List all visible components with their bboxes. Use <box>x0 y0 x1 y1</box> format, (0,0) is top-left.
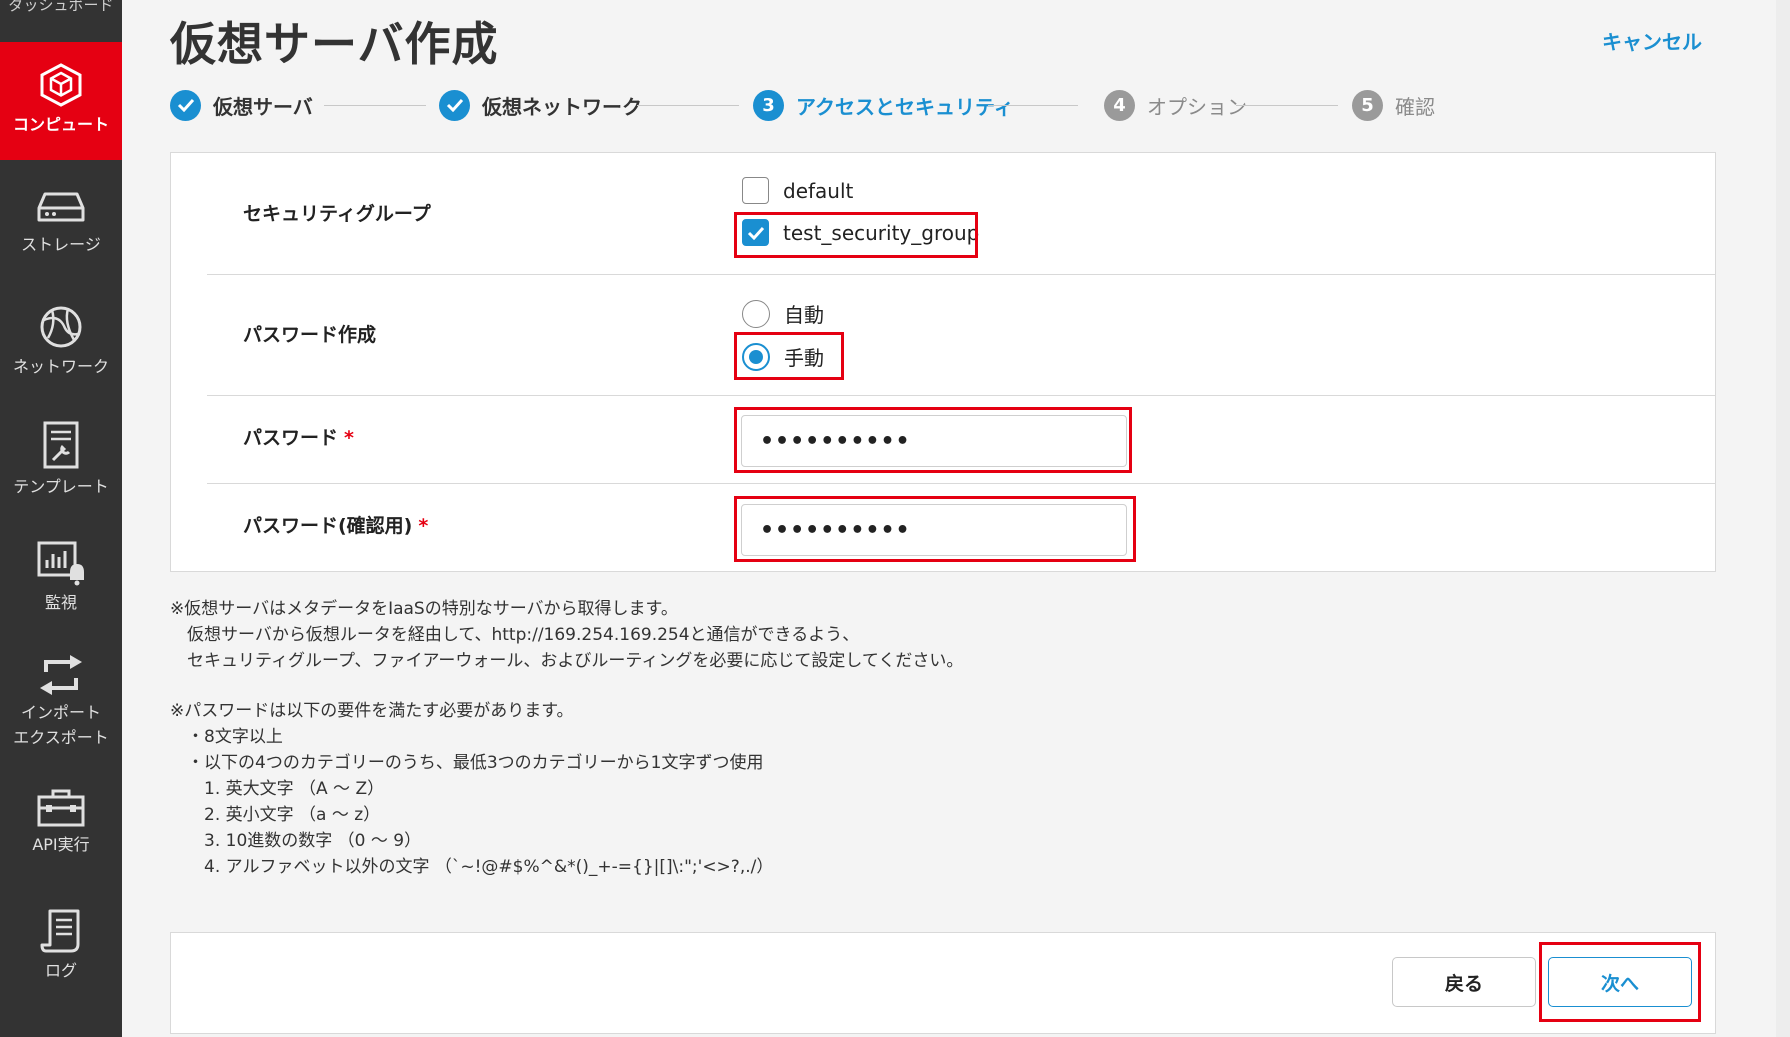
step-connector <box>324 105 426 106</box>
password-input[interactable] <box>741 415 1127 467</box>
required-mark: * <box>418 515 429 537</box>
step-number: 3 <box>753 89 784 121</box>
toolbox-icon <box>37 789 85 827</box>
password-confirm-input[interactable] <box>741 504 1127 556</box>
password-creation-label: パスワード作成 <box>243 324 377 346</box>
storage-icon <box>37 192 85 222</box>
note-line: 2. 英小文字 （a ～ z） <box>170 805 381 825</box>
sidebar-item-storage[interactable]: ストレージ <box>0 160 122 278</box>
note-line: ※パスワードは以下の要件を満たす必要があります。 <box>170 701 574 721</box>
import-export-icon <box>40 655 82 695</box>
password-label-text: パスワード <box>243 427 339 449</box>
step-label: 仮想サーバ <box>213 94 313 119</box>
sidebar-item-network[interactable]: ネットワーク <box>0 278 122 396</box>
check-icon <box>747 226 764 240</box>
step-2: 仮想ネットワーク <box>439 88 642 122</box>
step-5: 5 確認 <box>1352 88 1435 122</box>
next-button[interactable]: 次へ <box>1548 957 1692 1007</box>
sidebar-item-label: 監視 <box>44 593 77 612</box>
checkbox-box[interactable] <box>742 177 769 204</box>
note-line: 仮想サーバから仮想ルータを経由して、http://169.254.169.254… <box>170 625 860 645</box>
sidebar-item-label: テンプレート <box>13 477 109 496</box>
step-label: 仮想ネットワーク <box>482 94 642 119</box>
sidebar-item-label-line1: インポート <box>20 703 101 722</box>
checkbox-box-checked[interactable] <box>742 219 769 246</box>
sidebar-item-monitoring[interactable]: 監視 <box>0 514 122 632</box>
sidebar: ダッシュボード コンピュート ストレージ ネットワーク テンプレート 監視 イン… <box>0 0 122 1037</box>
sidebar-item-label: ネットワーク <box>12 357 109 376</box>
step-connector <box>637 105 739 106</box>
back-button[interactable]: 戻る <box>1392 957 1536 1007</box>
checkbox-default[interactable]: default <box>742 177 853 204</box>
monitoring-chart-icon <box>37 541 84 586</box>
password-confirm-label: パスワード(確認用) * <box>243 511 428 538</box>
radio-manual[interactable]: 手動 <box>742 342 824 371</box>
sidebar-item-label-line2: エクスポート <box>13 728 109 747</box>
radio-label: 手動 <box>784 346 824 370</box>
checkbox-label: test_security_group <box>783 220 980 245</box>
note-line: ・8文字以上 <box>170 727 283 747</box>
sidebar-item-label: コンピュート <box>12 115 109 134</box>
sidebar-item-label: ストレージ <box>21 235 101 254</box>
sidebar-item-log[interactable]: ログ <box>0 894 122 1012</box>
radio-button-selected[interactable] <box>742 342 770 371</box>
scrollbar[interactable] <box>1776 0 1790 1037</box>
note-line: 4. アルファベット以外の文字 （`~!@#$%^&*()_+-={}|[]\:… <box>170 857 774 877</box>
sidebar-item-dashboard-partial[interactable]: ダッシュボード <box>0 0 122 20</box>
sidebar-item-template[interactable]: テンプレート <box>0 396 122 514</box>
security-group-row: セキュリティグループ <box>207 153 1715 275</box>
step-3: 3 アクセスとセキュリティ <box>753 88 1014 122</box>
sidebar-item-import-export[interactable]: インポート エクスポート <box>0 632 122 762</box>
cube-icon <box>40 63 82 107</box>
cancel-link[interactable]: キャンセル <box>1602 26 1702 55</box>
required-mark: * <box>344 427 354 449</box>
sidebar-item-label: ダッシュボード <box>8 0 114 14</box>
step-label: オプション <box>1147 94 1247 119</box>
form-panel: セキュリティグループ default test_security_group パ… <box>170 152 1716 572</box>
radio-auto[interactable]: 自動 <box>742 299 824 328</box>
page-title: 仮想サーバ作成 <box>170 17 499 71</box>
password-confirm-label-text: パスワード(確認用) <box>243 515 413 537</box>
note-line: セキュリティグループ、ファイアーウォール、およびルーティングを必要に応じて設定し… <box>170 651 964 671</box>
step-1: 仮想サーバ <box>170 88 313 122</box>
checkbox-label: default <box>783 178 854 203</box>
note-line: ※仮想サーバはメタデータをIaaSの特別なサーバから取得します。 <box>170 599 678 619</box>
globe-icon <box>40 306 82 348</box>
radio-button[interactable] <box>742 299 770 328</box>
sidebar-item-label: インポート エクスポート <box>0 700 122 750</box>
note-line: 3. 10進数の数字 （0 ～ 9） <box>170 831 422 851</box>
sidebar-item-label: API実行 <box>32 835 90 854</box>
step-connector <box>1236 105 1338 106</box>
note-line: ・以下の4つのカテゴリーのうち、最低3つのカテゴリーから1文字ずつ使用 <box>170 753 764 773</box>
check-icon <box>170 89 201 121</box>
step-number: 4 <box>1104 89 1135 121</box>
check-icon <box>439 89 470 121</box>
security-group-label: セキュリティグループ <box>243 203 431 225</box>
step-4: 4 オプション <box>1104 88 1247 122</box>
log-scroll-icon <box>40 909 80 953</box>
note-line: 1. 英大文字 （A ～ Z） <box>170 779 385 799</box>
step-label: 確認 <box>1395 94 1435 119</box>
password-label: パスワード * <box>243 423 354 450</box>
step-label: アクセスとセキュリティ <box>796 94 1014 119</box>
radio-dot <box>749 349 763 364</box>
password-creation-row: パスワード作成 <box>207 274 1715 396</box>
template-document-icon <box>43 421 79 469</box>
checkbox-test-security-group[interactable]: test_security_group <box>742 219 979 246</box>
sidebar-item-api[interactable]: API実行 <box>0 776 122 894</box>
sidebar-item-label: ログ <box>44 961 77 980</box>
step-connector <box>988 105 1078 106</box>
step-number: 5 <box>1352 89 1383 121</box>
footer-bar: 戻る 次へ <box>170 932 1716 1034</box>
sidebar-item-compute[interactable]: コンピュート <box>0 42 122 160</box>
radio-label: 自動 <box>784 303 824 327</box>
